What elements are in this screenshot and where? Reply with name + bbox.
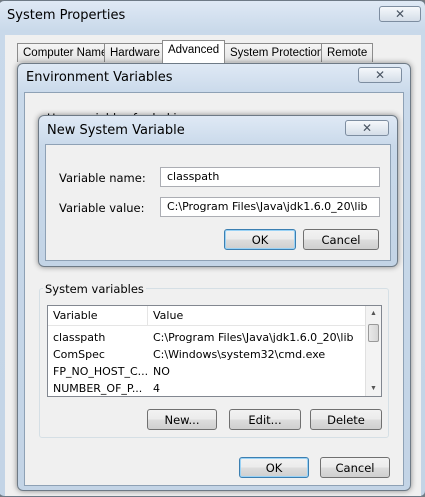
- new-var-ok-button[interactable]: OK: [224, 229, 296, 250]
- edit-button[interactable]: Edit...: [229, 409, 301, 430]
- system-properties-close-button[interactable]: ✕: [379, 6, 421, 22]
- env-cancel-button[interactable]: Cancel: [320, 457, 390, 478]
- row-value: C:\Program Files\Java\jdk1.6.0_20\lib: [153, 331, 354, 344]
- variable-value-label: Variable value:: [59, 201, 145, 215]
- variable-value-field[interactable]: C:\Program Files\Java\jdk1.6.0_20\lib: [160, 197, 380, 217]
- close-icon: ✕: [361, 121, 373, 135]
- row-value: NO: [153, 365, 170, 378]
- table-row[interactable]: classpath C:\Program Files\Java\jdk1.6.0…: [48, 330, 365, 346]
- table-row[interactable]: NUMBER_OF_P... 4: [48, 381, 365, 396]
- list-header: Variable Value: [48, 306, 365, 326]
- row-value: C:\Windows\system32\cmd.exe: [153, 348, 326, 361]
- scroll-down-icon[interactable]: ▼: [366, 381, 381, 396]
- new-button[interactable]: New...: [147, 409, 217, 430]
- new-system-variable-client: Variable name: classpath Variable value:…: [45, 144, 391, 261]
- row-variable: ComSpec: [53, 348, 105, 361]
- system-variables-label: System variables: [43, 282, 146, 296]
- tab-system-protection[interactable]: System Protection: [224, 43, 330, 62]
- close-icon: ✕: [374, 68, 386, 82]
- env-ok-button[interactable]: OK: [239, 457, 309, 478]
- table-row[interactable]: FP_NO_HOST_C... NO: [48, 364, 365, 380]
- column-value[interactable]: Value: [148, 306, 368, 326]
- scroll-up-icon[interactable]: ▲: [366, 306, 381, 321]
- system-properties-title: System Properties: [7, 8, 126, 23]
- vertical-scrollbar[interactable]: ▲ ▼: [365, 306, 381, 396]
- row-value: 4: [153, 382, 160, 395]
- row-variable: FP_NO_HOST_C...: [53, 365, 148, 378]
- new-system-variable-dialog: New System Variable ✕ Variable name: cla…: [38, 115, 398, 267]
- tab-hardware[interactable]: Hardware: [104, 43, 166, 62]
- column-variable[interactable]: Variable: [48, 306, 148, 326]
- scroll-thumb[interactable]: [368, 324, 379, 342]
- new-system-variable-title: New System Variable: [47, 123, 185, 138]
- system-variables-list[interactable]: Variable Value classpath C:\Program File…: [47, 305, 382, 397]
- table-row[interactable]: ComSpec C:\Windows\system32\cmd.exe: [48, 347, 365, 363]
- row-variable: NUMBER_OF_P...: [53, 382, 143, 395]
- variable-name-field[interactable]: classpath: [160, 167, 380, 187]
- variable-name-label: Variable name:: [59, 171, 146, 185]
- tab-computer-name[interactable]: Computer Name: [17, 43, 114, 62]
- new-system-variable-close-button[interactable]: ✕: [345, 120, 389, 136]
- environment-variables-close-button[interactable]: ✕: [358, 67, 402, 83]
- tab-remote[interactable]: Remote: [321, 43, 374, 62]
- environment-variables-title: Environment Variables: [26, 70, 173, 85]
- new-var-cancel-button[interactable]: Cancel: [303, 229, 379, 250]
- tab-advanced[interactable]: Advanced: [162, 40, 226, 63]
- delete-button[interactable]: Delete: [310, 409, 382, 430]
- row-variable: classpath: [53, 331, 106, 344]
- close-icon: ✕: [394, 7, 406, 21]
